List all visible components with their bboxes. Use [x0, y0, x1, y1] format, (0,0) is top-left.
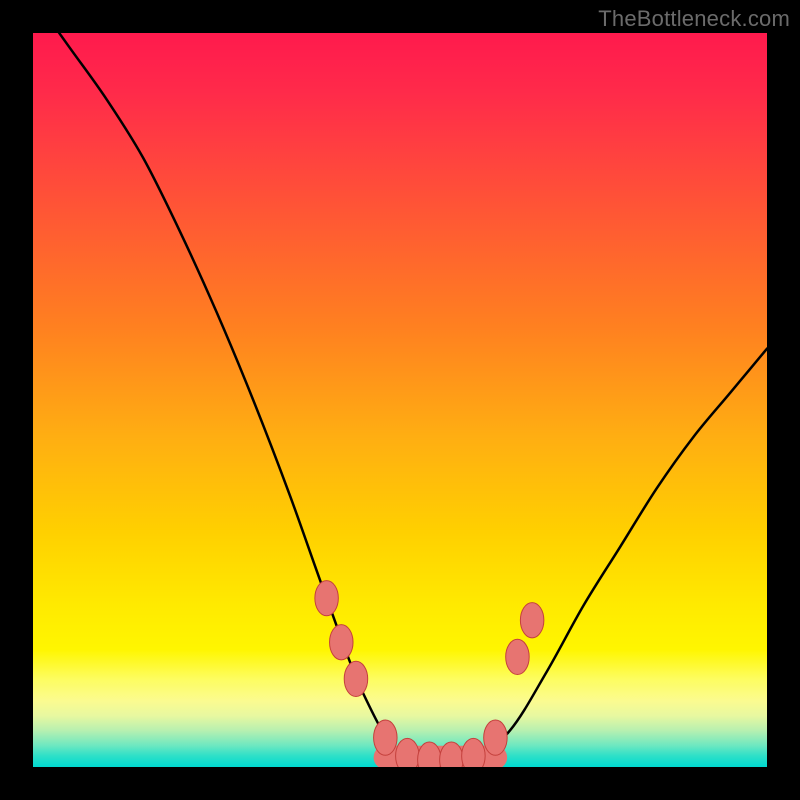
- curve-marker: [315, 581, 338, 616]
- curve-marker: [506, 639, 529, 674]
- bottleneck-curve: [33, 33, 767, 760]
- curve-marker: [330, 625, 353, 660]
- curve-marker: [396, 738, 419, 767]
- watermark-text: TheBottleneck.com: [598, 6, 790, 32]
- curve-marker: [462, 738, 485, 767]
- curve-marker: [374, 720, 397, 755]
- curve-marker: [344, 661, 367, 696]
- curve-marker: [484, 720, 507, 755]
- curve-layer: [33, 33, 767, 767]
- curve-marker: [520, 603, 543, 638]
- chart-frame: TheBottleneck.com: [0, 0, 800, 800]
- plot-area: [33, 33, 767, 767]
